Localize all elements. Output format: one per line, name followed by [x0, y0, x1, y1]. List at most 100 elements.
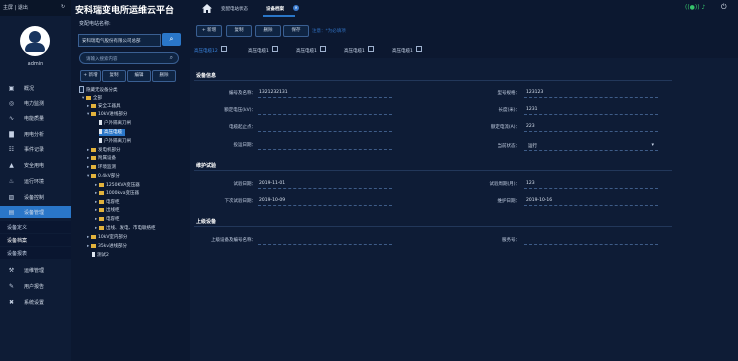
nav-item-device-management[interactable]: ▤ 设备管理 — [0, 206, 71, 218]
tree-node[interactable]: 测试2 — [92, 252, 109, 259]
tree-node[interactable]: ▾ 0.4kV部分 — [87, 173, 120, 180]
next-test-value[interactable]: 2019-10-09 — [259, 198, 285, 203]
tab-device-archive[interactable]: 设备档案 — [266, 6, 284, 12]
edit-icon[interactable] — [220, 46, 227, 52]
tree-copy-button[interactable]: 复制 — [102, 70, 126, 82]
nav-item-device-control[interactable]: ▨ 设备控制 — [0, 191, 71, 203]
tree-hide-empty-checkbox[interactable]: 隐藏无设备分类 — [79, 86, 118, 93]
nav-item-usage-analysis[interactable]: ▇ 用电分析 — [0, 128, 71, 140]
nav-sub-device-report[interactable]: 设备报表 — [0, 247, 71, 259]
close-tab-icon[interactable]: ✕ — [293, 5, 299, 11]
nav-sub-device-definition[interactable]: 设备定义 — [0, 221, 71, 233]
folder-icon — [99, 199, 104, 204]
tree-edit-button[interactable]: 编辑 — [127, 70, 151, 82]
edit-icon[interactable] — [271, 46, 278, 52]
menu-home-exit[interactable]: 主屏 | 退出 — [3, 4, 28, 11]
username: admin — [27, 61, 44, 67]
nav-sub-device-archive[interactable]: 设备档案 — [0, 234, 71, 246]
status-icons[interactable]: ((●)) ♪ — [685, 4, 705, 11]
add-button[interactable]: + 新增 — [196, 25, 222, 37]
status-select[interactable]: 运行 ▾ — [524, 141, 658, 150]
tree-node[interactable]: ▸ 附属设备 — [87, 155, 116, 162]
edit-icon[interactable] — [319, 46, 326, 52]
caret-down-icon: ▾ — [651, 142, 654, 148]
commission-label: 投运日期： — [233, 143, 257, 148]
tree-node[interactable]: ▸ 环境监测 — [87, 164, 116, 171]
length-value[interactable]: 1231 — [526, 107, 537, 112]
device-tab-2[interactable]: 高压电缆1 — [248, 46, 278, 54]
tree-delete-button[interactable]: 删除 — [152, 70, 176, 82]
gauge-icon: ◎ — [8, 100, 15, 107]
tree-search-input[interactable]: 请输入搜索内容 ⌕ — [79, 52, 179, 64]
search-icon[interactable]: ⌕ — [170, 54, 173, 62]
nav-item-safety[interactable]: ▲ 安全用电 — [0, 159, 71, 171]
avatar — [20, 26, 50, 56]
tree-node[interactable]: ▸ 电容柜 — [95, 199, 120, 206]
model-label: 型号规格： — [497, 91, 521, 96]
tree-node[interactable]: ▸ 发电机部分 — [87, 147, 121, 154]
tab-station-status[interactable]: 变配电站状态 — [221, 6, 248, 12]
test-date-value[interactable]: 2019-11-01 — [259, 181, 285, 186]
copy-button[interactable]: 复制 — [226, 25, 252, 37]
nav-item-power-monitor[interactable]: ◎ 电力监测 — [0, 97, 71, 109]
tree-node[interactable]: ▸ 1000kva变压器 — [95, 190, 139, 197]
tree-node[interactable]: 户外隔离刀闸 — [99, 120, 131, 127]
device-tab-1[interactable]: 高压电缆12 — [194, 46, 227, 54]
save-button[interactable]: 保存 — [283, 25, 309, 37]
endpoint-label: 电缆起止点： — [229, 125, 256, 130]
tree-node[interactable]: ▸ 出线柜 — [95, 207, 120, 214]
tree-add-button[interactable]: + 新增 — [80, 70, 101, 82]
delete-button[interactable]: 删除 — [255, 25, 281, 37]
unit-search-button[interactable]: ⌕ — [162, 33, 181, 46]
nav-item-environment[interactable]: ♨ 运行环境 — [0, 175, 71, 187]
device-tab-5[interactable]: 高压电缆1 — [392, 46, 422, 54]
next-test-label: 下次试验日期： — [224, 199, 257, 204]
nav-item-power-quality[interactable]: ∿ 电能质量 — [0, 112, 71, 124]
refresh-icon[interactable]: ↻ — [61, 4, 65, 10]
device-tab-3[interactable]: 高压电缆1 — [296, 46, 326, 54]
device-tab-4[interactable]: 高压电缆1 — [344, 46, 374, 54]
tree-node[interactable]: ▸ 1250KVA变压器 — [95, 182, 140, 189]
connection-icon[interactable]: ((●)) — [685, 4, 700, 11]
code-value[interactable]: 1321232131 — [259, 90, 288, 95]
unit-select[interactable]: 安科瑞电气股份有限公司总部 — [78, 34, 161, 47]
tree-node[interactable]: 户外隔离刀闸 — [99, 138, 131, 145]
tree-node[interactable]: ▾ 10kV进线部分 — [87, 111, 127, 118]
model-value[interactable]: 123123 — [526, 90, 543, 95]
shield-icon: ▲ — [9, 162, 14, 169]
folder-icon — [86, 95, 91, 100]
tree-node[interactable]: ▸ 安全工器具 — [87, 103, 121, 110]
nav-item-system-settings[interactable]: ✖ 系统设置 — [0, 296, 71, 308]
edit-icon[interactable] — [415, 46, 422, 52]
maint-date-value[interactable]: 2019-10-16 — [526, 198, 552, 203]
wave-icon: ∿ — [8, 115, 15, 122]
nav-item-events[interactable]: ☷ 事件记录 — [0, 143, 71, 155]
tree-node[interactable]: ▾ 全部 — [82, 95, 102, 102]
file-icon — [99, 129, 102, 134]
folder-icon — [91, 147, 96, 152]
folder-icon — [99, 207, 104, 212]
device-icon: ▤ — [8, 209, 15, 216]
current-value[interactable]: 223 — [526, 124, 535, 129]
tree-node[interactable]: ▸ 35kv进线部分 — [87, 243, 127, 250]
file-icon — [92, 252, 95, 257]
tree-node-selected[interactable]: 高压电缆 — [99, 129, 125, 136]
tree-node[interactable]: ▸ 电容柜 — [95, 216, 120, 223]
active-tab-indicator — [263, 15, 295, 17]
tree-node[interactable]: ▸ 10kV室内部分 — [87, 234, 127, 241]
home-icon[interactable] — [202, 4, 212, 13]
status-label: 当前状态： — [497, 144, 521, 149]
folder-icon — [91, 111, 96, 116]
app-title: 安科瑞变电所运维云平台 — [75, 6, 175, 16]
nav-item-user-report[interactable]: ✎ 用户报告 — [0, 280, 71, 292]
report-icon: ✎ — [8, 283, 15, 290]
clipboard-icon: ☷ — [8, 146, 15, 153]
power-icon[interactable]: ⏻ — [721, 3, 727, 12]
tree-node[interactable]: ▸ 出线、发电、市电联络柜 — [95, 225, 156, 232]
nav-item-operations[interactable]: ⚒ 运维管理 — [0, 264, 71, 276]
bell-icon[interactable]: ♪ — [702, 4, 706, 11]
file-icon — [99, 138, 102, 143]
nav-item-overview[interactable]: ▣ 概况 — [0, 82, 71, 94]
edit-icon[interactable] — [367, 46, 374, 52]
test-cycle-value[interactable]: 123 — [526, 181, 535, 186]
